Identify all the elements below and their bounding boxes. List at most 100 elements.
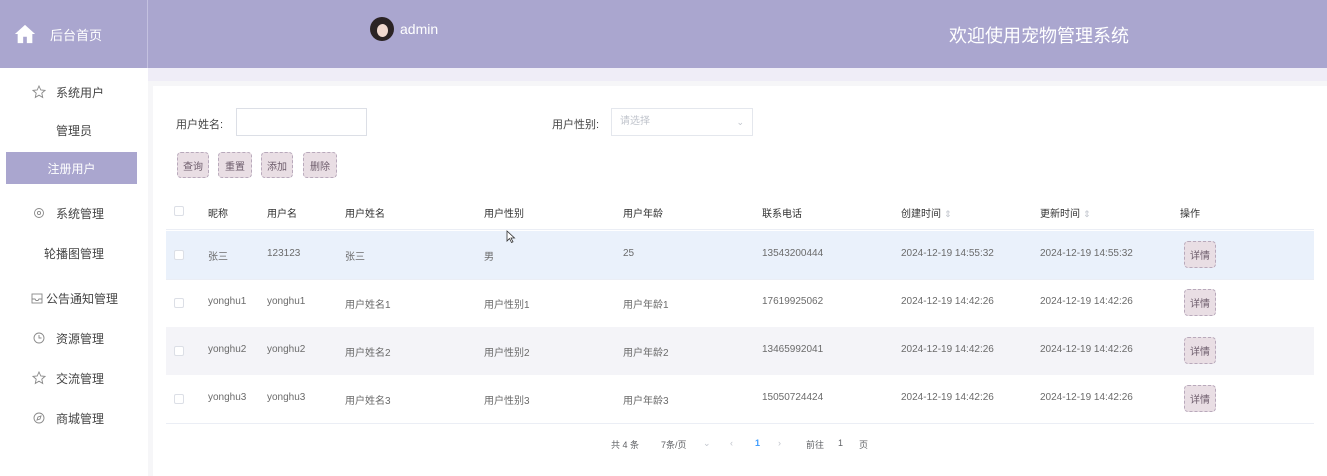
home-link[interactable]: 后台首页 [0,0,148,68]
column-header: 操作 [1180,209,1200,220]
detail-button[interactable]: 详情 [1184,385,1216,412]
next-page-icon[interactable]: › [778,438,781,448]
clock-icon [33,332,45,344]
avatar [370,17,394,41]
cell-username: yonghu3 [267,392,306,403]
sidebar-item-label: 系统管理 [56,206,105,221]
sidebar-item-label: 资源管理 [56,331,105,346]
page-suffix: 页 [859,440,869,450]
delete-button[interactable]: 删除 [303,152,337,178]
column-header: 用户性别 [484,209,524,220]
cell-username: 123123 [267,248,301,259]
star-icon [32,85,46,99]
cell-phone: 13465992041 [762,344,824,355]
row-divider [166,423,1314,424]
gender-label: 用户性别: [552,119,600,131]
gear-icon [34,208,44,218]
star-icon [32,371,46,385]
sidebar-item-carousel[interactable]: 轮播图管理 [0,237,148,269]
cell-created: 2024-12-19 14:55:32 [901,248,994,259]
created-time-header[interactable]: 创建时间 ⇕ [901,205,952,220]
cell-nickname: 张三 [208,252,228,263]
cell-gender: 用户性别1 [484,300,530,311]
updated-time-header[interactable]: 更新时间 ⇕ [1040,205,1091,220]
cell-age: 用户年龄1 [623,300,669,311]
table-header: 昵称 用户名 用户姓名 用户性别 用户年龄 联系电话 创建时间 ⇕ 更新时间 ⇕ 操… [166,194,1314,230]
goto-page-input[interactable]: 1 [838,438,843,448]
detail-button[interactable]: 详情 [1184,337,1216,364]
table-row[interactable]: yonghu1 yonghu1 用户姓名1 用户性别1 用户年龄1 176199… [166,279,1314,327]
page-size-select[interactable]: 7条/页 [661,438,687,451]
chevron-down-icon[interactable]: ⌄ [703,438,711,449]
cell-gender: 男 [484,252,494,263]
sidebar-item-label: 交流管理 [56,371,105,386]
sidebar-item-label: 商城管理 [56,411,105,426]
cell-updated: 2024-12-19 14:55:32 [1040,248,1133,259]
sidebar-item-forum[interactable]: 交流管理 [0,362,148,394]
cell-nickname: yonghu1 [208,296,247,307]
row-checkbox[interactable] [174,298,184,308]
sort-icon[interactable]: ⇕ [944,209,952,219]
column-header: 用户年龄 [623,209,663,220]
table-row[interactable]: 张三 123123 张三 男 25 13543200444 2024-12-19… [166,231,1314,279]
brand-label: 后台首页 [50,27,103,43]
mouse-cursor-icon [506,230,516,244]
chevron-down-icon: ⌄ [736,117,744,127]
column-header: 用户姓名 [345,209,385,220]
sidebar-item-label: 注册用户 [47,161,96,176]
sidebar-item-resources[interactable]: 资源管理 [0,322,148,354]
sidebar-item-label: 系统用户 [56,85,105,100]
cell-username: yonghu2 [267,344,306,355]
cell-updated: 2024-12-19 14:42:26 [1040,296,1133,307]
row-checkbox[interactable] [174,394,184,404]
cell-created: 2024-12-19 14:42:26 [901,296,994,307]
name-label: 用户姓名: [176,119,224,131]
detail-button[interactable]: 详情 [1184,289,1216,316]
sidebar-item-shop[interactable]: 商城管理 [0,402,148,434]
sidebar-item-label: 管理员 [55,123,92,138]
select-all-checkbox[interactable] [174,206,184,216]
name-input[interactable] [236,108,367,136]
cell-phone: 13543200444 [762,248,824,259]
home-icon [14,24,36,44]
column-header: 联系电话 [762,209,802,220]
table-row[interactable]: yonghu3 yonghu3 用户姓名3 用户性别3 用户年龄3 150507… [166,375,1314,423]
gender-placeholder: 请选择 [620,116,650,127]
page-number[interactable]: 1 [755,438,760,448]
prev-page-icon[interactable]: ‹ [730,438,733,448]
inbox-icon [31,293,43,304]
cell-gender: 用户性别2 [484,348,530,359]
gender-select[interactable]: 请选择 ⌄ [611,108,753,136]
sidebar-item-system-users[interactable]: 系统用户 [0,76,148,108]
cell-realname: 用户姓名1 [345,300,391,311]
username: admin [400,21,439,37]
sidebar-item-label: 公告通知管理 [46,291,119,306]
row-checkbox[interactable] [174,250,184,260]
cell-created: 2024-12-19 14:42:26 [901,344,994,355]
sidebar-item-notice[interactable]: 公告通知管理 [0,282,148,314]
content-top-strip [148,68,1327,81]
sidebar-item-system-manage[interactable]: 系统管理 [0,197,148,229]
sidebar-item-registered-users[interactable]: 注册用户 [6,152,137,184]
column-header: 用户名 [267,209,297,220]
welcome-title: 欢迎使用宠物管理系统 [949,26,1129,46]
cell-realname: 用户姓名2 [345,348,391,359]
reset-button[interactable]: 重置 [218,152,252,178]
cell-updated: 2024-12-19 14:42:26 [1040,392,1133,403]
user-menu[interactable]: admin [370,17,438,41]
cell-age: 用户年龄2 [623,348,669,359]
add-button[interactable]: 添加 [261,152,293,178]
pagination-total: 共 4 条 [611,440,640,450]
cell-realname: 张三 [345,252,365,263]
cell-updated: 2024-12-19 14:42:26 [1040,344,1133,355]
row-checkbox[interactable] [174,346,184,356]
cell-created: 2024-12-19 14:42:26 [901,392,994,403]
detail-button[interactable]: 详情 [1184,241,1216,268]
sort-icon[interactable]: ⇕ [1083,209,1091,219]
sidebar-item-admin[interactable]: 管理员 [0,114,148,146]
query-button[interactable]: 查询 [177,152,209,178]
cell-nickname: yonghu3 [208,392,247,403]
table-row[interactable]: yonghu2 yonghu2 用户姓名2 用户性别2 用户年龄2 134659… [166,327,1314,375]
compass-icon [33,412,45,424]
cell-gender: 用户性别3 [484,396,530,407]
